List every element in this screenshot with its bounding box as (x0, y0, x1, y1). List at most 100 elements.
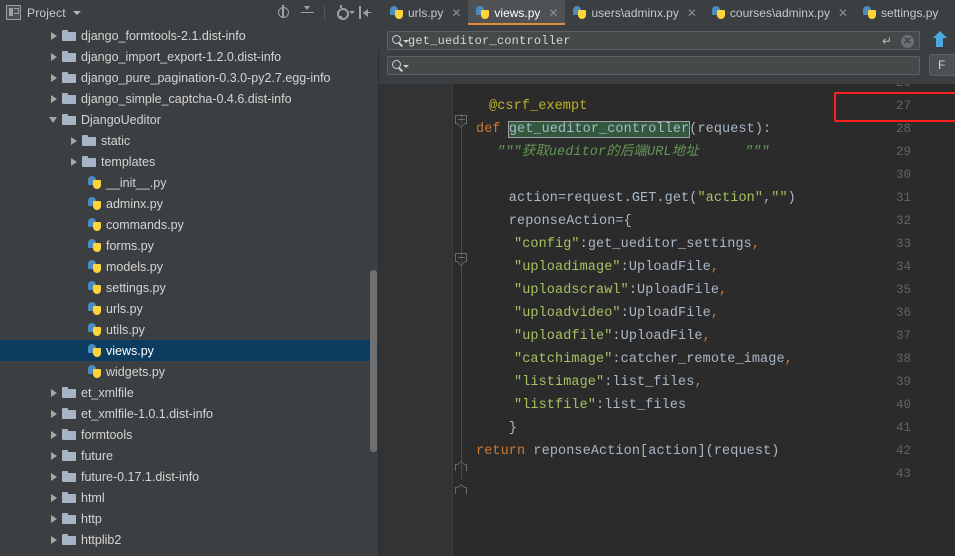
tree-file-row[interactable]: utils.py (0, 319, 379, 340)
chevron-right-icon[interactable] (48, 51, 59, 62)
fold-marker-def-end[interactable] (455, 484, 468, 497)
fold-marker-def[interactable] (455, 115, 468, 128)
close-icon[interactable]: ✕ (838, 7, 848, 19)
chevron-down-icon[interactable] (72, 10, 81, 15)
line-number-gutter (379, 84, 452, 556)
tree-file-row[interactable]: forms.py (0, 235, 379, 256)
project-tree-panel[interactable]: django_formtools-2.1.dist-info django_imp… (0, 25, 379, 556)
line-number: 33 (895, 237, 911, 251)
hide-panel-icon[interactable] (358, 5, 373, 20)
tab-users-adminx-py[interactable]: users\adminx.py ✕ (565, 0, 703, 25)
project-panel-header[interactable]: Project (0, 0, 262, 25)
enter-icon[interactable]: ↵ (882, 35, 894, 47)
tree-file-row[interactable]: __init__.py (0, 172, 379, 193)
tree-file-row[interactable]: widgets.py (0, 361, 379, 382)
tree-file-row[interactable]: commands.py (0, 214, 379, 235)
sidebar-scrollbar-thumb[interactable] (370, 270, 377, 452)
line-number: 40 (895, 398, 911, 412)
code-line: } (476, 421, 518, 436)
settings-gear-icon[interactable] (334, 5, 355, 20)
tree-item-label: static (101, 133, 131, 148)
line-number: 31 (895, 191, 911, 205)
close-icon[interactable]: ✕ (548, 7, 558, 19)
tree-folder-row[interactable]: static (0, 130, 379, 151)
python-file-icon (88, 239, 101, 252)
chevron-right-icon[interactable] (68, 135, 79, 146)
chevron-right-icon[interactable] (48, 30, 59, 41)
tree-folder-row[interactable]: django_formtools-2.1.dist-info (0, 25, 379, 46)
chevron-right-icon[interactable] (48, 429, 59, 440)
chevron-right-icon[interactable] (48, 450, 59, 461)
close-icon[interactable]: ✕ (687, 7, 697, 19)
folder-icon (62, 92, 76, 105)
line-number: 43 (895, 467, 911, 481)
tab-label: settings.py (881, 5, 939, 20)
tab-urls-py[interactable]: urls.py ✕ (382, 0, 468, 25)
chevron-right-icon[interactable] (48, 471, 59, 482)
tab-settings-py[interactable]: settings.py (855, 0, 945, 25)
tree-item-label: formtools (81, 427, 133, 442)
toolbar-divider (324, 5, 325, 20)
gutter-divider (452, 84, 453, 556)
tree-item-label: adminx.py (106, 196, 163, 211)
tree-item-label: django_simple_captcha-0.4.6.dist-info (81, 91, 292, 106)
tree-file-row[interactable]: models.py (0, 256, 379, 277)
python-file-icon (88, 281, 101, 294)
tree-folder-row[interactable]: future (0, 445, 379, 466)
code-editor[interactable]: 262728293031323334353637383940414243 @cs… (379, 84, 955, 556)
project-panel-title: Project (27, 5, 66, 20)
python-file-icon (88, 176, 101, 189)
tree-item-label: views.py (106, 343, 154, 358)
chevron-right-icon[interactable] (48, 387, 59, 398)
arrow-up-icon[interactable] (932, 31, 947, 48)
tab-views-py[interactable]: views.py ✕ (468, 0, 566, 25)
code-line: def get_ueditor_controller(request): (476, 121, 772, 138)
chevron-right-icon[interactable] (48, 72, 59, 83)
python-file-icon (88, 323, 101, 336)
tree-folder-row[interactable]: templates (0, 151, 379, 172)
close-icon[interactable]: ✕ (451, 7, 461, 19)
folder-icon (62, 113, 76, 126)
tree-file-row[interactable]: adminx.py (0, 193, 379, 214)
tab-label: views.py (494, 5, 541, 20)
editor-pane: get_ueditor_controller ↵ ✕ F 26272829303… (379, 25, 955, 556)
tree-folder-row[interactable]: http (0, 508, 379, 529)
tree-folder-row[interactable]: formtools (0, 424, 379, 445)
tree-folder-row[interactable]: et_xmlfile-1.0.1.dist-info (0, 403, 379, 424)
line-number: 42 (895, 444, 911, 458)
chevron-right-icon[interactable] (48, 93, 59, 104)
chevron-right-icon[interactable] (68, 156, 79, 167)
tree-item-label: future (81, 448, 113, 463)
tab-courses-adminx-py[interactable]: courses\adminx.py ✕ (704, 0, 855, 25)
tree-folder-row[interactable]: django_import_export-1.2.0.dist-info (0, 46, 379, 67)
tree-item-label: utils.py (106, 322, 145, 337)
code-line: "catchimage":catcher_remote_image, (514, 352, 793, 367)
find-button[interactable]: F (929, 54, 955, 76)
tree-folder-row[interactable]: django_pure_pagination-0.3.0-py2.7.egg-i… (0, 67, 379, 88)
tree-folder-row[interactable]: future-0.17.1.dist-info (0, 466, 379, 487)
tree-folder-row[interactable]: httplib2 (0, 529, 379, 550)
tree-file-row[interactable]: views.py (0, 340, 379, 361)
code-line: "uploadvideo":UploadFile, (514, 306, 720, 321)
sidebar-scrollbar-track[interactable] (369, 51, 378, 556)
fold-marker-dict-end[interactable] (455, 461, 468, 474)
replace-input[interactable] (387, 56, 920, 75)
search-input[interactable]: get_ueditor_controller ↵ ✕ (387, 31, 920, 50)
tree-folder-row[interactable]: django_simple_captcha-0.4.6.dist-info (0, 88, 379, 109)
tree-folder-row[interactable]: DjangoUeditor (0, 109, 379, 130)
tree-file-row[interactable]: settings.py (0, 277, 379, 298)
chevron-down-icon[interactable] (48, 114, 59, 125)
tree-folder-row[interactable]: et_xmlfile (0, 382, 379, 403)
chevron-right-icon[interactable] (48, 534, 59, 545)
tree-folder-row[interactable]: html (0, 487, 379, 508)
tree-file-row[interactable]: urls.py (0, 298, 379, 319)
chevron-right-icon[interactable] (48, 492, 59, 503)
clear-search-icon[interactable]: ✕ (901, 35, 914, 48)
code-line: return reponseAction[action](request) (476, 444, 780, 459)
folder-icon (82, 134, 96, 147)
target-icon[interactable] (276, 5, 291, 20)
chevron-right-icon[interactable] (48, 408, 59, 419)
collapse-all-icon[interactable] (300, 5, 315, 20)
fold-marker-dict[interactable] (455, 253, 468, 266)
chevron-right-icon[interactable] (48, 513, 59, 524)
